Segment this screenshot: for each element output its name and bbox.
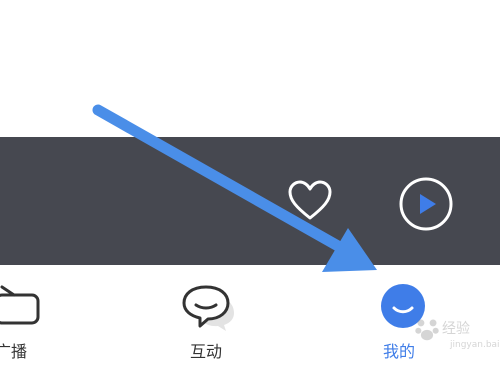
chat-bubbles-icon: [182, 285, 234, 331]
content-area: [0, 0, 500, 137]
tab-radio-label: 广播: [0, 342, 28, 361]
heart-icon[interactable]: [286, 178, 334, 222]
tab-interact[interactable]: 互动: [170, 265, 250, 367]
play-button[interactable]: [398, 176, 454, 232]
radio-tv-icon: [0, 285, 40, 325]
tab-radio[interactable]: 广播: [0, 265, 60, 367]
paw-logo-icon: [415, 319, 439, 341]
tab-interact-label: 互动: [190, 342, 223, 361]
tab-mine-label: 我的: [383, 342, 416, 361]
watermark: 经验 jingyan.baidu.com: [412, 310, 500, 358]
watermark-subtext: jingyan.baidu.com: [450, 340, 500, 350]
watermark-text: 经验: [442, 321, 470, 337]
